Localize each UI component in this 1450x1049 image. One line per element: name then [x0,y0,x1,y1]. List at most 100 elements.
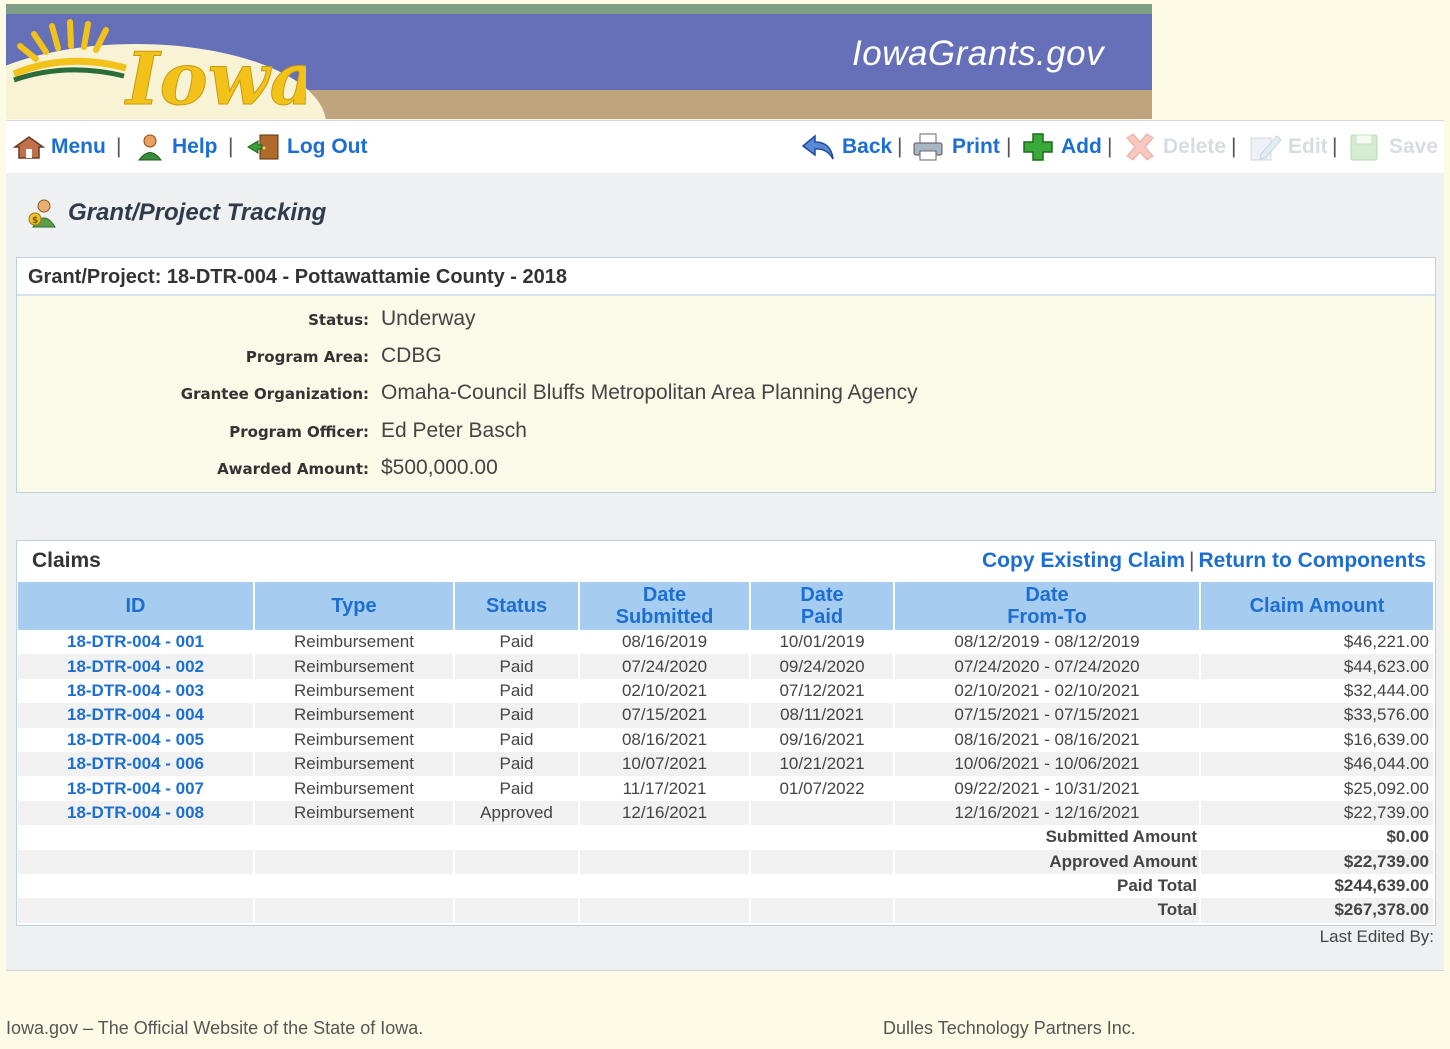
print-button[interactable]: Print [911,133,1000,161]
toolbar-separator: | [1107,135,1113,158]
claim-type: Reimbursement [254,678,455,704]
col-date-range-line2: From-To [1007,606,1087,628]
claim-status: Paid [454,678,580,704]
claim-type: Reimbursement [254,800,455,826]
claim-status: Paid [454,727,580,752]
footer-iowa-gov-link[interactable]: Iowa.gov – The Official Website of the S… [6,1018,423,1039]
col-claim-amount[interactable]: Claim Amount [1200,582,1435,630]
project-details-panel: Grant/Project: 18-DTR-004 - Pottawattami… [16,257,1436,493]
claim-row: 18-DTR-004 - 008 Reimbursement Approved … [18,800,1435,826]
program-area-value: CDBG [381,344,442,367]
claim-row: 18-DTR-004 - 004 Reimbursement Paid 07/1… [18,703,1435,728]
project-heading: Grant/Project: 18-DTR-004 - Pottawattami… [17,258,1435,296]
add-plus-icon [1023,133,1053,161]
claims-actions: Copy Existing Claim | Return to Components [982,549,1426,573]
page-title: Grant/Project Tracking [68,199,327,226]
claim-type: Reimbursement [254,776,455,801]
help-label: Help [172,135,218,158]
claim-date-paid: 08/11/2021 [750,703,895,728]
claim-date-paid: 09/16/2021 [750,727,895,752]
help-person-icon [138,134,162,161]
claim-type: Reimbursement [254,751,455,777]
toolbar-separator: | [228,135,234,158]
status-value: Underway [381,307,476,330]
claim-amount: $25,092.00 [1200,776,1435,801]
menu-label: Menu [51,135,106,158]
col-date-range[interactable]: Date From-To [894,582,1201,630]
menu-button[interactable]: Menu [12,133,106,161]
claim-date-paid: 10/21/2021 [750,751,895,777]
claims-header-row: ID Type Status Date Submitted Date Paid Da… [18,582,1435,630]
claim-row: 18-DTR-004 - 001 Reimbursement Paid 08/1… [18,630,1435,655]
claim-amount: $46,221.00 [1200,630,1435,655]
claim-status: Paid [454,630,580,655]
edit-label: Edit [1288,135,1328,158]
program-area-label: Program Area: [245,348,369,366]
claims-table: ID Type Status Date Submitted Date Paid Da… [18,582,1435,923]
save-label: Save [1389,135,1439,158]
awarded-amount-value: $500,000.00 [381,456,498,479]
claim-date-submitted: 10/07/2021 [579,751,751,777]
col-type[interactable]: Type [254,582,455,630]
delete-button[interactable]: Delete [1122,133,1226,161]
claim-type: Reimbursement [254,703,455,728]
logout-button[interactable]: Log Out [246,133,367,161]
save-button[interactable]: Save [1348,133,1438,161]
print-label: Print [952,135,1000,158]
edit-pencil-icon [1250,135,1282,161]
claim-type: Reimbursement [254,654,455,679]
help-button[interactable]: Help [135,133,218,161]
edit-button[interactable]: Edit [1247,133,1328,161]
return-to-components-link[interactable]: Return to Components [1199,549,1426,572]
logout-door-icon [247,134,279,160]
claim-amount: $33,576.00 [1200,703,1435,728]
claim-date-submitted: 07/15/2021 [579,703,751,728]
field-row-program-officer: Program Officer: Ed Peter Basch [17,418,1435,448]
claim-date-paid: 10/01/2019 [750,630,895,655]
claim-id-link[interactable]: 18-DTR-004 - 001 [18,630,255,655]
col-date-paid[interactable]: Date Paid [750,582,895,630]
claim-date-submitted: 08/16/2021 [579,727,751,752]
claim-id-link[interactable]: 18-DTR-004 - 006 [18,751,255,777]
col-date-paid-line2: Paid [800,606,844,628]
claim-row: 18-DTR-004 - 007 Reimbursement Paid 11/1… [18,776,1435,801]
grant-tracking-icon: $ [28,199,56,228]
claim-date-range: 08/16/2021 - 08/16/2021 [894,727,1201,752]
col-date-submitted[interactable]: Date Submitted [579,582,751,630]
claim-date-range: 09/22/2021 - 10/31/2021 [894,776,1201,801]
claim-id-link[interactable]: 18-DTR-004 - 004 [18,703,255,728]
claim-date-range: 02/10/2021 - 02/10/2021 [894,678,1201,704]
delete-label: Delete [1163,135,1227,158]
claim-date-range: 08/12/2019 - 08/12/2019 [894,630,1201,655]
toolbar: Menu | Help | Log Out Back | Print | Add… [6,120,1444,174]
claim-id-link[interactable]: 18-DTR-004 - 003 [18,678,255,704]
summary-row-total: Total $267,378.00 [18,898,1435,923]
claim-type: Reimbursement [254,727,455,752]
add-button[interactable]: Add [1020,133,1102,161]
iowa-logo[interactable]: Iowa [6,12,306,117]
submitted-amount-value: $0.00 [1200,825,1435,850]
link-separator: | [1189,549,1195,572]
claim-amount: $32,444.00 [1200,678,1435,704]
claim-date-submitted: 12/16/2021 [579,800,751,826]
claim-id-link[interactable]: 18-DTR-004 - 008 [18,800,255,826]
claim-status: Approved [454,800,580,826]
col-status[interactable]: Status [454,582,580,630]
claim-id-link[interactable]: 18-DTR-004 - 005 [18,727,255,752]
claim-id-link[interactable]: 18-DTR-004 - 002 [18,654,255,679]
copy-existing-claim-link[interactable]: Copy Existing Claim [982,549,1185,572]
back-button[interactable]: Back [801,133,892,161]
claim-id-link[interactable]: 18-DTR-004 - 007 [18,776,255,801]
claim-date-range: 07/24/2020 - 07/24/2020 [894,654,1201,679]
footer-vendor-link[interactable]: Dulles Technology Partners Inc. [883,1018,1136,1039]
approved-amount-value: $22,739.00 [1200,849,1435,874]
col-date-submitted-line1: Date [642,584,687,606]
submitted-amount-label: Submitted Amount [894,825,1201,850]
approved-amount-label: Approved Amount [894,849,1201,874]
claim-date-submitted: 08/16/2019 [579,630,751,655]
claim-date-submitted: 02/10/2021 [579,678,751,704]
toolbar-separator: | [1332,135,1338,158]
col-id[interactable]: ID [18,582,255,630]
summary-row-submitted: Submitted Amount $0.00 [18,825,1435,850]
total-label: Total [894,898,1201,923]
